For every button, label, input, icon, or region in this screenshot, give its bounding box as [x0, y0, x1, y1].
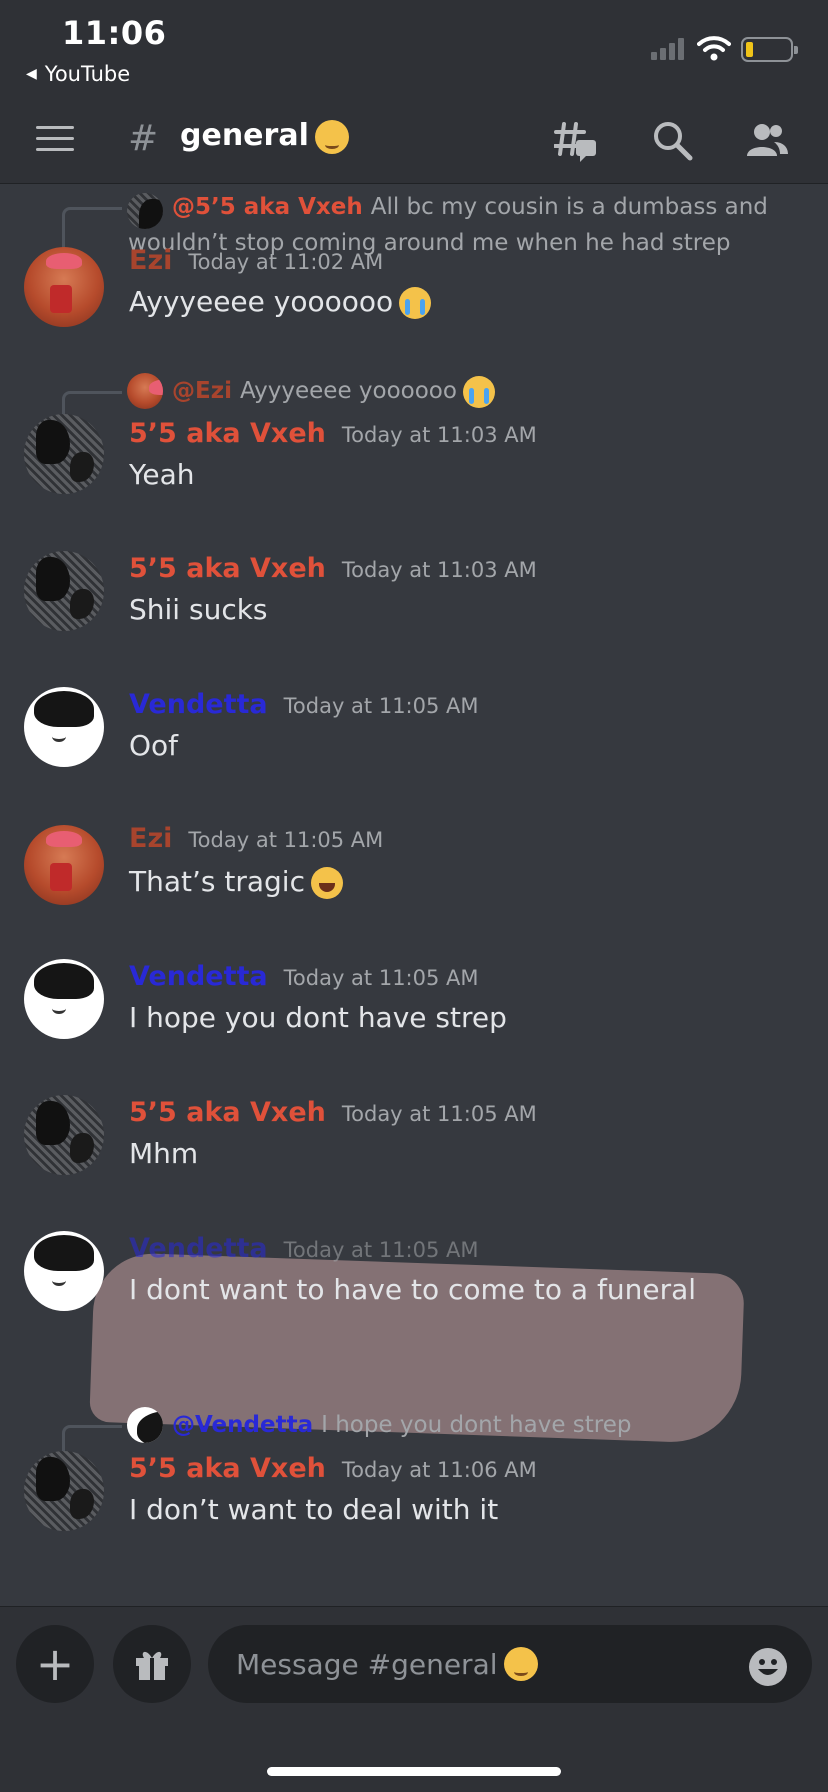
- message-content: I dont want to have to come to a funeral: [129, 1273, 697, 1306]
- relieved-emoji-icon: [503, 1647, 538, 1681]
- reply-mention[interactable]: @Vendetta: [172, 1412, 313, 1438]
- timestamp: Today at 11:05 AM: [283, 694, 479, 718]
- timestamp: Today at 11:03 AM: [341, 423, 537, 447]
- avatar[interactable]: [24, 687, 104, 767]
- message-content: Ayyyeeee yoooooo: [129, 285, 432, 319]
- channel-hash-icon: #: [128, 118, 159, 159]
- message-input[interactable]: Message #general: [208, 1625, 812, 1703]
- gift-icon: [136, 1651, 168, 1680]
- message-list[interactable]: @5’5 aka Vxeh All bc my cousin is a dumba…: [0, 185, 828, 1605]
- search-icon[interactable]: [650, 118, 696, 164]
- author-name[interactable]: Ezi: [129, 823, 172, 854]
- message-content: I hope you dont have strep: [129, 1001, 507, 1034]
- relieved-emoji-icon: [314, 119, 349, 154]
- timestamp: Today at 11:03 AM: [341, 558, 537, 582]
- channel-name: general: [180, 118, 309, 153]
- author-name[interactable]: Vendetta: [129, 961, 268, 992]
- avatar[interactable]: [24, 959, 104, 1039]
- timestamp: Today at 11:05 AM: [283, 1238, 479, 1262]
- members-icon[interactable]: [744, 118, 790, 164]
- message-content: Yeah: [129, 458, 195, 491]
- cellular-signal-icon: [651, 36, 684, 60]
- status-time: 11:06: [62, 14, 167, 52]
- timestamp: Today at 11:05 AM: [341, 1102, 537, 1126]
- author-name[interactable]: Ezi: [129, 245, 172, 276]
- avatar[interactable]: [24, 1231, 104, 1311]
- message-content: I don’t want to deal with it: [129, 1493, 499, 1526]
- reply-mention[interactable]: @Ezi: [172, 378, 232, 404]
- message-content: Oof: [129, 729, 179, 762]
- author-name[interactable]: 5’5 aka Vxeh: [129, 1453, 326, 1484]
- avatar[interactable]: [24, 551, 104, 631]
- top-bar: 11:06 ◀ YouTube # general: [0, 0, 828, 184]
- composer-bar: + Message #general: [0, 1606, 828, 1792]
- crying-emoji-icon: [462, 375, 495, 408]
- reply-mention[interactable]: @5’5 aka Vxeh: [172, 194, 363, 220]
- crying-emoji-icon: [399, 287, 432, 319]
- author-name[interactable]: 5’5 aka Vxeh: [129, 418, 326, 449]
- author-name[interactable]: Vendetta: [129, 689, 268, 720]
- avatar[interactable]: [24, 414, 104, 494]
- threads-icon[interactable]: [554, 118, 600, 164]
- add-attachment-button[interactable]: +: [16, 1625, 94, 1703]
- emoji-icon[interactable]: [748, 1647, 788, 1687]
- avatar[interactable]: [24, 247, 104, 327]
- message-content: Mhm: [129, 1137, 199, 1170]
- plus-icon: +: [35, 1637, 75, 1691]
- message-content: That’s tragic: [129, 865, 343, 899]
- author-name[interactable]: Vendetta: [129, 1233, 268, 1264]
- gift-button[interactable]: [113, 1625, 191, 1703]
- timestamp: Today at 11:05 AM: [283, 966, 479, 990]
- message-input-placeholder: Message #general: [236, 1647, 498, 1681]
- timestamp: Today at 11:02 AM: [188, 250, 384, 274]
- battery-icon: [741, 37, 798, 62]
- timestamp: Today at 11:06 AM: [341, 1458, 537, 1482]
- author-name[interactable]: 5’5 aka Vxeh: [129, 1097, 326, 1128]
- avatar[interactable]: [24, 1095, 104, 1175]
- avatar[interactable]: [24, 825, 104, 905]
- avatar[interactable]: [24, 1451, 104, 1531]
- back-app-label: YouTube: [44, 62, 131, 86]
- author-name[interactable]: 5’5 aka Vxeh: [129, 553, 326, 584]
- timestamp: Today at 11:05 AM: [188, 828, 384, 852]
- channel-title: general: [180, 118, 349, 154]
- back-to-app-link[interactable]: ◀ YouTube: [26, 62, 130, 86]
- hamburger-icon[interactable]: [36, 126, 74, 152]
- home-indicator: [267, 1767, 561, 1776]
- wifi-icon: [697, 36, 731, 61]
- message-content: Shii sucks: [129, 593, 268, 626]
- laughing-emoji-icon: [310, 867, 343, 899]
- back-arrow-icon: ◀: [26, 66, 37, 82]
- reply-snippet: I hope you dont have strep: [321, 1412, 632, 1438]
- reply-snippet: Ayyyeeee yoooooo: [239, 378, 457, 404]
